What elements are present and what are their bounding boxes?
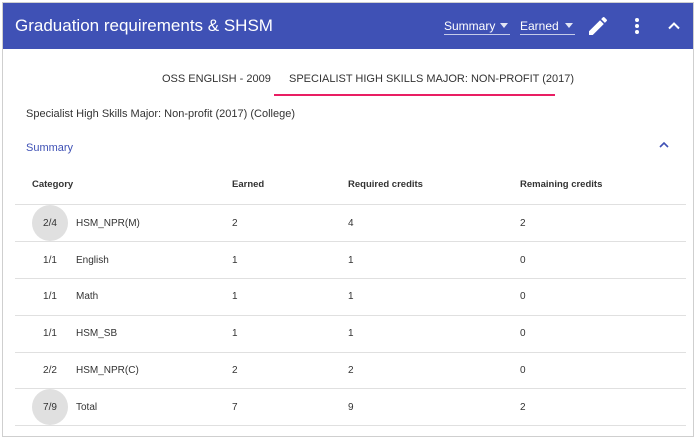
required-cell: 4: [348, 218, 354, 229]
collapse-panel-button[interactable]: [662, 14, 686, 38]
column-header-required: Required credits: [348, 179, 423, 190]
earned-cell: 2: [232, 365, 238, 376]
table-divider: [15, 425, 686, 426]
table-divider: [15, 278, 686, 279]
tab-shsm-non-profit[interactable]: SPECIALIST HIGH SKILLS MAJOR: NON-PROFIT…: [289, 73, 574, 85]
remaining-cell: 0: [520, 255, 526, 266]
progress-ratio: 2/2: [43, 365, 57, 376]
table-divider: [15, 204, 686, 205]
progress-ratio: 1/1: [43, 255, 57, 266]
earned-cell: 1: [232, 328, 238, 339]
program-title: Specialist High Skills Major: Non-profit…: [26, 108, 295, 120]
view-select-value: Summary: [444, 19, 496, 33]
filter-select-value: Earned: [520, 19, 559, 33]
category-cell: Total: [76, 402, 98, 413]
active-tab-indicator: [274, 94, 555, 96]
earned-cell: 1: [232, 255, 238, 266]
remaining-cell: 0: [520, 328, 526, 339]
required-cell: 2: [348, 365, 354, 376]
table-divider: [15, 352, 686, 353]
required-cell: 9: [348, 402, 354, 413]
table-divider: [15, 241, 686, 242]
tab-bar: OSS ENGLISH - 2009 SPECIALIST HIGH SKILL…: [3, 49, 693, 97]
category-cell: HSM_NPR(C): [76, 365, 139, 376]
view-select[interactable]: Summary: [444, 17, 510, 35]
category-cell: English: [76, 255, 109, 266]
table-divider: [15, 315, 686, 316]
category-cell: HSM_NPR(M): [76, 218, 140, 229]
remaining-cell: 0: [520, 291, 526, 302]
summary-section-label[interactable]: Summary: [26, 142, 73, 154]
column-header-remaining: Remaining credits: [520, 179, 603, 190]
earned-cell: 2: [232, 218, 238, 229]
table-divider: [15, 388, 686, 389]
progress-badge: 7/9: [32, 389, 68, 425]
panel-title: Graduation requirements & SHSM: [15, 16, 273, 35]
earned-cell: 7: [232, 402, 238, 413]
dropdown-arrow-icon: [500, 23, 508, 28]
category-cell: Math: [76, 291, 99, 302]
required-cell: 1: [348, 328, 354, 339]
column-header-category: Category: [32, 179, 74, 190]
chevron-up-icon: [668, 22, 680, 30]
edit-button[interactable]: [586, 14, 610, 38]
remaining-cell: 0: [520, 365, 526, 376]
more-vert-icon: [635, 18, 639, 34]
remaining-cell: 2: [520, 218, 526, 229]
graduation-requirements-panel: Graduation requirements & SHSM Summary E…: [2, 2, 694, 437]
collapse-summary-button[interactable]: [657, 138, 671, 152]
column-header-earned: Earned: [232, 179, 265, 190]
progress-ratio: 1/1: [43, 291, 57, 302]
chevron-up-icon: [659, 141, 669, 148]
filter-select[interactable]: Earned: [520, 17, 575, 35]
category-cell: HSM_SB: [76, 328, 118, 339]
progress-ratio: 1/1: [43, 328, 57, 339]
tab-oss-english[interactable]: OSS ENGLISH - 2009: [162, 73, 271, 85]
progress-badge: 2/4: [32, 205, 68, 241]
remaining-cell: 2: [520, 402, 526, 413]
earned-cell: 1: [232, 291, 238, 302]
panel-header: Graduation requirements & SHSM Summary E…: [3, 3, 693, 49]
dropdown-arrow-icon: [565, 23, 573, 28]
required-cell: 1: [348, 291, 354, 302]
required-cell: 1: [348, 255, 354, 266]
more-options-button[interactable]: [625, 14, 649, 38]
pencil-icon: [589, 16, 608, 35]
